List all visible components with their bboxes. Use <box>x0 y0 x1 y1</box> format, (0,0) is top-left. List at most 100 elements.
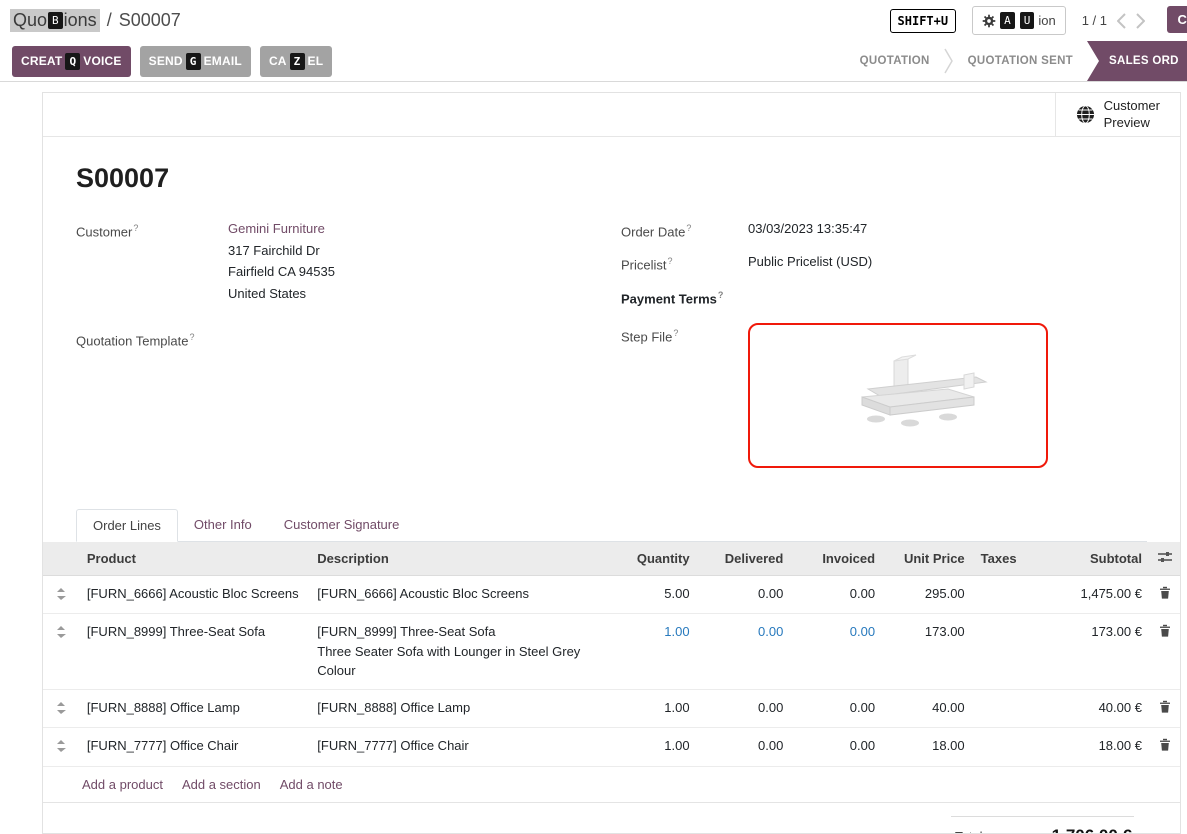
tab-order-lines[interactable]: Order Lines <box>76 509 178 542</box>
tab-customer-signature[interactable]: Customer Signature <box>268 509 416 541</box>
subtotal-cell: 1,475.00 € <box>1025 575 1150 614</box>
gear-icon <box>982 14 996 28</box>
pager: 1 / 1 <box>1082 13 1145 29</box>
add-a-product-link[interactable]: Add a product <box>82 777 163 792</box>
customer-label: Customer? <box>76 218 228 304</box>
sheet-header-strip: Customer Preview <box>43 93 1180 137</box>
quantity-cell[interactable]: 1.00 <box>610 689 698 728</box>
pricelist-value[interactable]: Public Pricelist (USD) <box>748 251 872 275</box>
customer-preview-label: Customer Preview <box>1104 98 1160 132</box>
add-a-section-link[interactable]: Add a section <box>182 777 261 792</box>
total-box: Total: 1,706.00 € <box>951 816 1134 834</box>
description-cell[interactable]: [FURN_8999] Three-Seat Sofa Three Seater… <box>309 614 610 690</box>
step-file-image[interactable] <box>748 323 1048 468</box>
create-button-clipped[interactable]: Cr <box>1167 6 1187 33</box>
pager-value[interactable]: 1 / 1 <box>1082 13 1107 28</box>
subtotal-cell: 18.00 € <box>1025 728 1150 767</box>
unit-price-cell[interactable]: 295.00 <box>883 575 973 614</box>
sheet-footer: Terms and conditions... Total: 1,706.00 … <box>76 803 1147 834</box>
accesskey-badge: B <box>48 12 63 29</box>
pager-previous-button[interactable] <box>1117 13 1126 29</box>
unit-price-cell[interactable]: 173.00 <box>883 614 973 690</box>
payment-terms-label: Payment Terms? <box>621 285 748 309</box>
quotation-template-label: Quotation Template? <box>76 327 228 351</box>
order-date-value[interactable]: 03/03/2023 13:35:47 <box>748 218 867 242</box>
delete-row-icon[interactable] <box>1150 614 1180 690</box>
globe-icon <box>1076 105 1095 124</box>
quantity-cell[interactable]: 5.00 <box>610 575 698 614</box>
form-control-bar: CREATQVOICE SENDGEMAIL CAZEL QUOTATION Q… <box>0 41 1187 82</box>
quantity-cell[interactable]: 1.00 <box>610 614 698 690</box>
drag-handle-icon[interactable] <box>43 614 79 690</box>
total-label: Total: <box>955 829 986 834</box>
delivered-cell[interactable]: 0.00 <box>698 689 792 728</box>
table-header-row: Product Description Quantity Delivered I… <box>43 542 1180 576</box>
breadcrumb: QuoBions / S00007 <box>10 9 181 32</box>
invoiced-cell[interactable]: 0.00 <box>791 614 883 690</box>
optional-columns-button[interactable] <box>1150 542 1180 576</box>
product-cell[interactable]: [FURN_7777] Office Chair <box>79 728 309 767</box>
delivered-cell[interactable]: 0.00 <box>698 575 792 614</box>
status-stage-sales-order-active[interactable]: SALES ORD <box>1087 41 1187 81</box>
product-cell[interactable]: [FURN_6666] Acoustic Bloc Screens <box>79 575 309 614</box>
step-file-field: Step File? <box>621 323 1147 468</box>
breadcrumb-quotations-link[interactable]: QuoBions <box>10 9 100 32</box>
help-icon: ? <box>133 223 138 233</box>
cancel-button[interactable]: CAZEL <box>260 46 332 77</box>
taxes-cell[interactable] <box>973 689 1025 728</box>
pager-next-button[interactable] <box>1136 13 1145 29</box>
customer-link[interactable]: Gemini Furniture <box>228 221 325 236</box>
unit-price-cell[interactable]: 18.00 <box>883 728 973 767</box>
unit-price-cell[interactable]: 40.00 <box>883 689 973 728</box>
sliders-icon <box>1158 551 1172 563</box>
field-column-left: Customer? Gemini Furniture 317 Fairchild… <box>76 218 621 477</box>
button-label: CREAT <box>21 54 62 68</box>
delivered-cell[interactable]: 0.00 <box>698 728 792 767</box>
status-stage-quotation[interactable]: QUOTATION <box>846 55 944 67</box>
chevron-left-icon <box>1117 13 1126 29</box>
taxes-cell[interactable] <box>973 614 1025 690</box>
taxes-cell[interactable] <box>973 575 1025 614</box>
action-menu-button[interactable]: A U ion <box>972 6 1066 35</box>
button-label: EMAIL <box>204 54 242 68</box>
invoiced-cell[interactable]: 0.00 <box>791 575 883 614</box>
taxes-cell[interactable] <box>973 728 1025 767</box>
subtotal-cell: 173.00 € <box>1025 614 1150 690</box>
add-a-note-link[interactable]: Add a note <box>280 777 343 792</box>
invoiced-cell[interactable]: 0.00 <box>791 728 883 767</box>
delete-row-icon[interactable] <box>1150 689 1180 728</box>
button-label: VOICE <box>83 54 121 68</box>
drag-handle-icon[interactable] <box>43 689 79 728</box>
status-stage-quotation-sent[interactable]: QUOTATION SENT <box>954 55 1087 67</box>
customer-field: Customer? Gemini Furniture 317 Fairchild… <box>76 218 621 304</box>
statusbar: QUOTATION QUOTATION SENT SALES ORD <box>846 41 1187 81</box>
product-cell[interactable]: [FURN_8999] Three-Seat Sofa <box>79 614 309 690</box>
help-icon: ? <box>718 290 724 300</box>
send-email-button[interactable]: SENDGEMAIL <box>140 46 251 77</box>
help-icon: ? <box>686 223 691 233</box>
description-cell[interactable]: [FURN_8888] Office Lamp <box>309 689 610 728</box>
delivered-cell[interactable]: 0.00 <box>698 614 792 690</box>
create-invoice-button[interactable]: CREATQVOICE <box>12 46 131 77</box>
delete-row-icon[interactable] <box>1150 728 1180 767</box>
product-cell[interactable]: [FURN_8888] Office Lamp <box>79 689 309 728</box>
button-label: CA <box>269 54 287 68</box>
subtotal-cell: 40.00 € <box>1025 689 1150 728</box>
tab-other-info[interactable]: Other Info <box>178 509 268 541</box>
delete-row-icon[interactable] <box>1150 575 1180 614</box>
quantity-cell[interactable]: 1.00 <box>610 728 698 767</box>
drag-handle-icon[interactable] <box>43 728 79 767</box>
shortcut-hint-badge: SHIFT+U <box>890 9 957 33</box>
description-cell[interactable]: [FURN_7777] Office Chair <box>309 728 610 767</box>
quotation-template-field: Quotation Template? <box>76 327 621 351</box>
customer-address-line: Fairfield CA 94535 <box>228 261 335 283</box>
drag-handle-icon[interactable] <box>43 575 79 614</box>
button-label: SEND <box>149 54 183 68</box>
invoiced-cell[interactable]: 0.00 <box>791 689 883 728</box>
description-cell[interactable]: [FURN_6666] Acoustic Bloc Screens <box>309 575 610 614</box>
table-row: [FURN_8999] Three-Seat Sofa [FURN_8999] … <box>43 614 1180 690</box>
field-area: Customer? Gemini Furniture 317 Fairchild… <box>76 218 1147 477</box>
handle-column-header <box>43 542 79 576</box>
customer-preview-button[interactable]: Customer Preview <box>1055 93 1180 136</box>
record-title: S00007 <box>76 163 1147 194</box>
